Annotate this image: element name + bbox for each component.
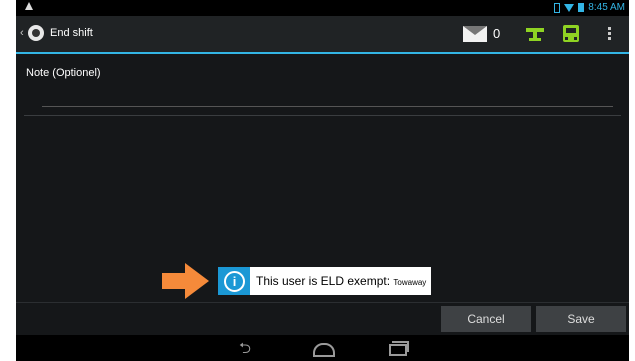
overflow-menu-icon[interactable]: [608, 27, 612, 43]
up-caret-icon[interactable]: ‹: [20, 27, 24, 39]
truck-icon[interactable]: [563, 25, 579, 42]
back-icon[interactable]: ⮌: [239, 341, 251, 356]
status-time: 8:45 AM: [588, 2, 625, 13]
section-divider: [24, 115, 621, 116]
callout-arrow-head: [185, 263, 209, 299]
wifi-icon: [564, 3, 575, 12]
button-row-divider: [16, 302, 629, 303]
status-bar: 8:45 AM: [16, 0, 629, 16]
toast-reason: Towaway: [393, 278, 427, 287]
page-title: End shift: [50, 27, 93, 39]
action-bar: ‹ End shift 0: [16, 16, 629, 54]
eld-exempt-toast: i This user is ELD exempt: Towaway: [218, 267, 431, 295]
note-label: Note (Optionel): [26, 67, 101, 79]
vibrate-icon: [554, 2, 561, 13]
status-icons: 8:45 AM: [554, 2, 625, 13]
warning-icon: [25, 2, 33, 10]
info-icon: i: [224, 271, 245, 292]
toast-message: This user is ELD exempt: Towaway: [256, 274, 426, 288]
note-input[interactable]: [42, 86, 613, 107]
toast-icon-box: i: [218, 267, 250, 295]
navigation-bar: ⮌: [16, 335, 629, 361]
toast-message-text: This user is ELD exempt:: [256, 274, 394, 288]
cancel-button[interactable]: Cancel: [441, 306, 531, 332]
app-logo-icon[interactable]: [28, 25, 44, 41]
mail-icon[interactable]: [463, 26, 487, 42]
tablet-screen: 8:45 AM ‹ End shift 0 Note (Optionel) i …: [16, 0, 629, 361]
save-button[interactable]: Save: [536, 306, 626, 332]
eld-device-icon[interactable]: [526, 26, 544, 42]
battery-icon: [578, 3, 585, 12]
home-icon[interactable]: [313, 343, 335, 357]
callout-arrow-shaft: [162, 273, 186, 289]
recent-apps-icon[interactable]: [389, 341, 409, 356]
message-count: 0: [493, 26, 501, 41]
